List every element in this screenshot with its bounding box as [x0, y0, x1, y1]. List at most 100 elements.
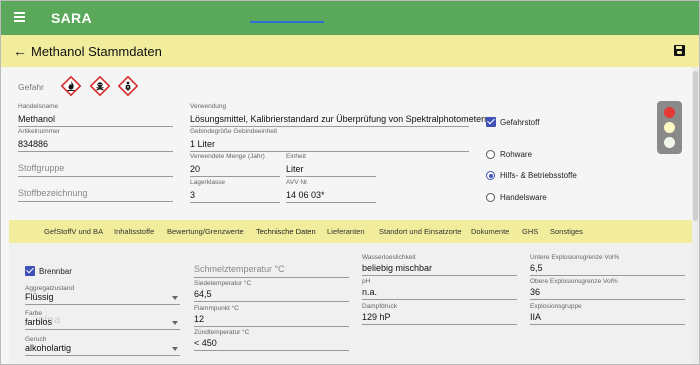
schmelztemperatur-placeholder: Schmelztemperatur °C: [194, 264, 285, 274]
explosionsgruppe-field[interactable]: Explosionsgruppe IIA: [530, 303, 685, 325]
lagerklasse-value: 3: [190, 190, 196, 200]
verwendung-label: Verwendung: [190, 103, 227, 110]
dampfdruck-field[interactable]: Dampfdruck 129 hP: [362, 303, 517, 325]
aggregatzustand-select[interactable]: Aggregatzustand Flüssig: [25, 285, 180, 305]
app-window: SARA ← Methanol Stammdaten Gefahr Handel…: [0, 0, 700, 365]
verwendete-menge-field[interactable]: Verwendete Menge (Jahr) 20: [190, 153, 280, 177]
dampfdruck-label: Dampfdruck: [362, 303, 398, 310]
untere-explosionsgrenze-label: Untere Explosionsgrenze Vol%: [530, 254, 620, 261]
tab-lieferanten[interactable]: Lieferanten: [327, 227, 365, 236]
hazard-label: Gefahr: [18, 82, 44, 92]
radio-rohware-label: Rohware: [500, 150, 533, 159]
dampfdruck-value: 129 hP: [362, 312, 391, 322]
wasserloeslichkeit-label: Wasserloeslichkeit: [362, 254, 416, 261]
einheit-label: Einheit: [286, 153, 306, 160]
lagerklasse-label: Lagerklasse: [190, 179, 226, 186]
geruch-label: Geruch: [25, 336, 47, 343]
lagerklasse-field[interactable]: Lagerklasse 3: [190, 179, 280, 203]
traffic-light-yellow: [664, 122, 675, 133]
tab-sonstiges[interactable]: Sonstiges: [550, 227, 583, 236]
radio-hilfs-betriebsstoffe-label: Hilfs- & Betriebsstoffe: [500, 171, 577, 180]
page-header: ← Methanol Stammdaten: [1, 35, 699, 67]
flammpunkt-value: 12: [194, 314, 205, 324]
farbe-label: Farbe: [25, 310, 42, 317]
radio-handelsware-label: Handelsware: [500, 193, 547, 202]
obere-explosionsgrenze-field[interactable]: Obere Explosionsgrenze Vol% 36: [530, 278, 685, 300]
tab-ghs[interactable]: GHS: [522, 227, 538, 236]
scrollbar-thumb[interactable]: [693, 71, 698, 221]
ph-field[interactable]: pH n.a.: [362, 278, 517, 300]
chevron-down-icon: [172, 296, 178, 300]
verwendung-field[interactable]: Verwendung Lösungsmittel, Kalibrierstand…: [190, 103, 489, 127]
geruch-select[interactable]: Geruch alkoholartig: [25, 336, 180, 356]
verwendete-menge-value: 20: [190, 164, 201, 174]
traffic-light: [657, 101, 682, 154]
traffic-light-red: [664, 107, 675, 118]
radio-handelsware[interactable]: [486, 193, 495, 202]
siedetemperatur-value: 64,5: [194, 289, 212, 299]
avv-value: 14 06 03*: [286, 190, 325, 200]
artikelnummer-label: Artikelnummer: [18, 128, 60, 135]
gebindegroesse-field[interactable]: Gebindegröße Gebindeeinheit 1 Liter: [190, 128, 469, 152]
flammpunkt-label: Flammpunkt °C: [194, 305, 239, 312]
traffic-light-green: [664, 137, 675, 148]
tab-dokumente[interactable]: Dokumente: [471, 227, 509, 236]
siedetemperatur-label: Siedetemperatur °C: [194, 280, 252, 287]
save-icon[interactable]: [674, 45, 685, 56]
brennbar-label: Brennbar: [39, 267, 72, 276]
farbe-select[interactable]: Farbe farblos: [25, 310, 180, 330]
zuendtemperatur-field[interactable]: Zündtemperatur °C < 450: [194, 329, 349, 351]
tab-technische-daten[interactable]: Technische Daten: [256, 227, 316, 236]
flammpunkt-field[interactable]: Flammpunkt °C 12: [194, 305, 349, 327]
tab-bar: GefStoffV und BA Inhaltsstoffe Bewertung…: [9, 220, 692, 243]
wasserloeslichkeit-field[interactable]: Wasserloeslichkeit beliebig mischbar: [362, 254, 517, 276]
aggregatzustand-label: Aggregatzustand: [25, 285, 75, 292]
tab-bewertung-grenzwerte[interactable]: Bewertung/Grenzwerte: [167, 227, 244, 236]
aggregatzustand-value: Flüssig: [25, 292, 54, 302]
flame-icon: [61, 76, 81, 96]
stoffgruppe-placeholder: Stoffgruppe: [18, 163, 65, 173]
active-tab-indicator: [250, 21, 324, 23]
chevron-down-icon: [172, 347, 178, 351]
obere-explosionsgrenze-label: Obere Explosionsgrenze Vol%: [530, 278, 618, 285]
avv-label: AVV Nr.: [286, 179, 309, 186]
untere-explosionsgrenze-field[interactable]: Untere Explosionsgrenze Vol% 6,5: [530, 254, 685, 276]
gefahrstoff-checkbox[interactable]: [486, 117, 496, 127]
skull-icon: [90, 76, 110, 96]
schmelztemperatur-field[interactable]: Schmelztemperatur °C: [194, 261, 349, 278]
artikelnummer-value: 834886: [18, 139, 49, 149]
gebindegroesse-value: 1 Liter: [190, 139, 216, 149]
stoffbezeichnung-placeholder: Stoffbezeichnung: [18, 188, 88, 198]
health-hazard-icon: [118, 76, 138, 96]
gebindegroesse-label: Gebindegröße Gebindeeinheit: [190, 128, 278, 135]
chevron-down-icon: [172, 321, 178, 325]
tab-gefstoffv-ba[interactable]: GefStoffV und BA: [44, 227, 103, 236]
radio-rohware[interactable]: [486, 150, 495, 159]
explosionsgruppe-value: IIA: [530, 312, 542, 322]
avv-field[interactable]: AVV Nr. 14 06 03*: [286, 179, 376, 203]
radio-hilfs-betriebsstoffe[interactable]: [486, 171, 495, 180]
verwendete-menge-label: Verwendete Menge (Jahr): [190, 153, 265, 160]
gefahrstoff-label: Gefahrstoff: [500, 118, 540, 127]
geruch-value: alkoholartig: [25, 343, 72, 353]
handelsname-field[interactable]: Handelsname Methanol: [18, 103, 173, 127]
tab-standort-einsatzorte[interactable]: Standort und Einsatzorte: [379, 227, 462, 236]
verwendung-value: Lösungsmittel, Kalibrierstandard zur Übe…: [190, 114, 490, 124]
tab-inhaltsstoffe[interactable]: Inhaltsstoffe: [114, 227, 154, 236]
brennbar-checkbox[interactable]: [25, 266, 35, 276]
untere-explosionsgrenze-value: 6,5: [530, 263, 543, 273]
artikelnummer-field[interactable]: Artikelnummer 834886: [18, 128, 173, 152]
stoffgruppe-field[interactable]: Stoffgruppe: [18, 159, 173, 177]
wasserloeslichkeit-value: beliebig mischbar: [362, 263, 433, 273]
menu-icon[interactable]: [14, 12, 25, 22]
farbe-value: farblos: [25, 317, 53, 327]
obere-explosionsgrenze-value: 36: [530, 287, 541, 297]
zuendtemperatur-label: Zündtemperatur °C: [194, 329, 250, 336]
handelsname-label: Handelsname: [18, 103, 59, 110]
einheit-field[interactable]: Einheit Liter: [286, 153, 376, 177]
ph-value: n.a.: [362, 287, 378, 297]
zuendtemperatur-value: < 450: [194, 338, 217, 348]
siedetemperatur-field[interactable]: Siedetemperatur °C 64,5: [194, 280, 349, 302]
arrow-back-icon[interactable]: ←: [13, 44, 27, 58]
stoffbezeichnung-field[interactable]: Stoffbezeichnung: [18, 184, 173, 202]
